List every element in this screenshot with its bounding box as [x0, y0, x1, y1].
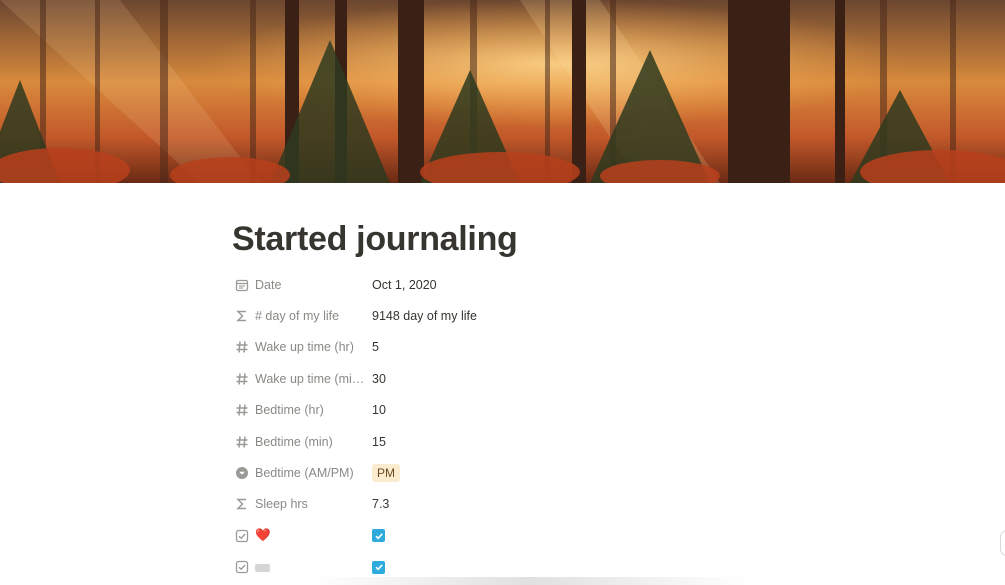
sigma-icon [233, 495, 251, 513]
property-value-formula[interactable]: 9148 day of my life [372, 309, 477, 323]
hash-icon [233, 433, 251, 451]
property-name[interactable]: Bedtime (min) [255, 435, 373, 449]
property-name[interactable]: # day of my life [255, 309, 373, 323]
property-value-select[interactable]: PM [372, 464, 400, 483]
property-value-formula[interactable]: 7.3 [372, 497, 389, 511]
property-value-checkbox[interactable] [372, 529, 385, 543]
keyboard-emoji-icon [255, 563, 270, 572]
property-row-wake-min[interactable]: Wake up time (mi… 30 [232, 363, 792, 394]
property-row-bedtime-min[interactable]: Bedtime (min) 15 [232, 426, 792, 457]
property-value-number[interactable]: 5 [372, 340, 379, 354]
hash-icon [233, 338, 251, 356]
property-row-bedtime-ampm[interactable]: Bedtime (AM/PM) PM [232, 457, 792, 488]
select-icon [233, 464, 251, 482]
property-value-number[interactable]: 10 [372, 403, 386, 417]
property-name[interactable]: Sleep hrs [255, 497, 373, 511]
property-value-number[interactable]: 15 [372, 435, 386, 449]
property-row-wake-hr[interactable]: Wake up time (hr) 5 [232, 332, 792, 363]
property-row-day-of-life[interactable]: # day of my life 9148 day of my life [232, 300, 792, 331]
property-name[interactable]: Date [255, 278, 373, 292]
property-name[interactable]: ❤️ [255, 528, 373, 543]
property-name[interactable]: Wake up time (mi… [255, 372, 373, 386]
property-name[interactable]: Wake up time (hr) [255, 340, 373, 354]
property-row-date[interactable]: Date Oct 1, 2020 [232, 269, 792, 300]
page-title[interactable]: Started journaling [232, 220, 518, 259]
hash-icon [233, 370, 251, 388]
property-name[interactable]: Bedtime (hr) [255, 403, 373, 417]
property-name[interactable] [255, 560, 373, 574]
property-value-checkbox[interactable] [372, 560, 385, 574]
property-row-heart[interactable]: ❤️ [232, 520, 792, 551]
property-name[interactable]: Bedtime (AM/PM) [255, 466, 373, 480]
property-value-number[interactable]: 30 [372, 372, 386, 386]
sigma-icon [233, 307, 251, 325]
property-list: Date Oct 1, 2020 # day of my life 9148 d… [232, 269, 792, 583]
help-button[interactable] [1000, 530, 1005, 556]
checked-checkbox[interactable] [372, 560, 385, 574]
checked-checkbox[interactable] [372, 529, 385, 543]
checkbox-icon [233, 527, 251, 545]
bottom-toolbar-shadow [310, 577, 750, 585]
hash-icon [233, 401, 251, 419]
property-value-date[interactable]: Oct 1, 2020 [372, 278, 437, 292]
calendar-icon [233, 276, 251, 294]
property-row-bedtime-hr[interactable]: Bedtime (hr) 10 [232, 395, 792, 426]
property-row-sleep-hrs[interactable]: Sleep hrs 7.3 [232, 489, 792, 520]
checkbox-icon [233, 558, 251, 576]
select-tag[interactable]: PM [372, 464, 400, 483]
page-cover-image[interactable] [0, 0, 1005, 183]
